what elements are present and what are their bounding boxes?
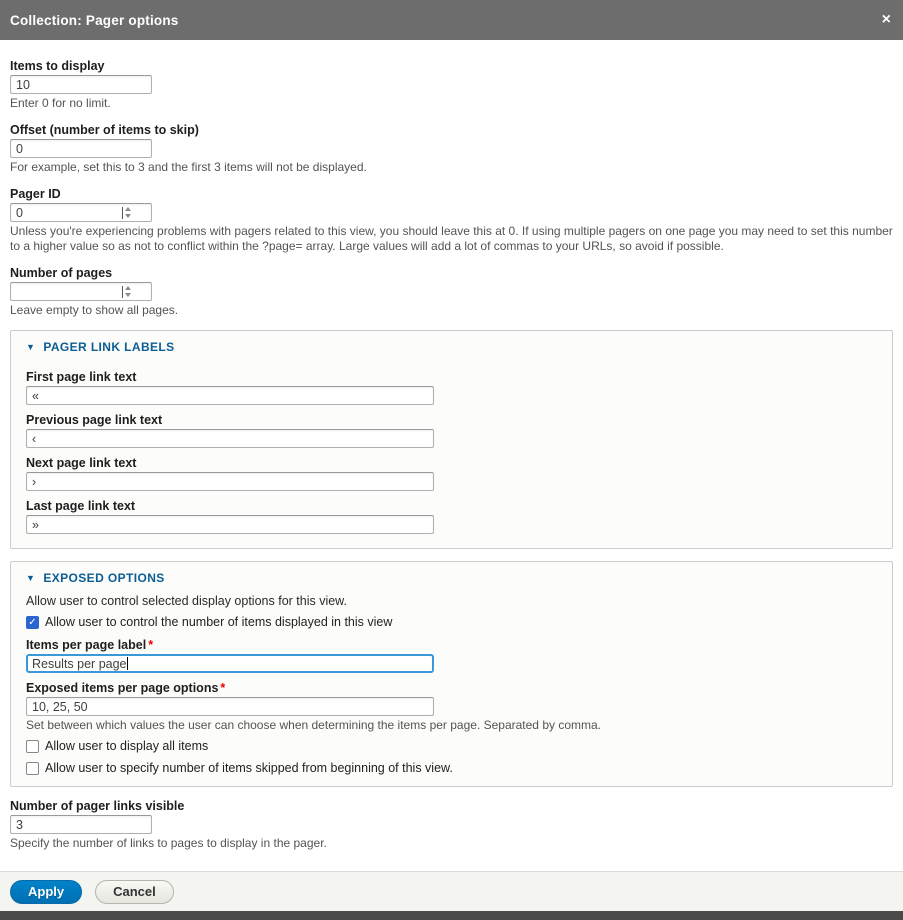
number-of-pages-label: Number of pages: [10, 266, 893, 281]
modal-body: Items to display Enter 0 for no limit. O…: [0, 40, 903, 871]
previous-page-link-label: Previous page link text: [26, 413, 877, 428]
pager-links-visible-help: Specify the number of links to pages to …: [10, 836, 893, 851]
skip-items-checkbox[interactable]: [26, 762, 39, 775]
number-of-pages-field: Number of pages Leave empty to show all …: [10, 266, 893, 318]
last-page-link-input[interactable]: [26, 515, 434, 534]
previous-page-link-field: Previous page link text: [26, 413, 877, 448]
items-per-page-label-input[interactable]: [26, 654, 434, 673]
items-to-display-help: Enter 0 for no limit.: [10, 96, 893, 111]
close-icon[interactable]: ×: [882, 12, 891, 28]
number-spinner-icon[interactable]: [122, 285, 131, 298]
next-page-link-field: Next page link text: [26, 456, 877, 491]
first-page-link-field: First page link text: [26, 370, 877, 405]
exposed-options-intro: Allow user to control selected display o…: [26, 594, 877, 609]
pager-id-help: Unless you're experiencing problems with…: [10, 224, 893, 254]
number-of-pages-help: Leave empty to show all pages.: [10, 303, 893, 318]
chevron-down-icon: ▼: [26, 571, 35, 585]
next-page-link-label: Next page link text: [26, 456, 877, 471]
next-page-link-input[interactable]: [26, 472, 434, 491]
items-to-display-input[interactable]: [10, 75, 152, 94]
control-items-checkbox-row[interactable]: ✓ Allow user to control the number of it…: [26, 615, 877, 630]
apply-button[interactable]: Apply: [10, 880, 82, 904]
exposed-items-options-help: Set between which values the user can ch…: [26, 718, 877, 733]
exposed-items-options-field: Exposed items per page options* Set betw…: [26, 681, 877, 733]
offset-input[interactable]: [10, 139, 152, 158]
exposed-options-fieldset: ▼ EXPOSED OPTIONS Allow user to control …: [10, 561, 893, 787]
previous-page-link-input[interactable]: [26, 429, 434, 448]
pager-links-visible-input[interactable]: [10, 815, 152, 834]
display-all-checkbox-label: Allow user to display all items: [45, 739, 208, 754]
exposed-items-options-input[interactable]: [26, 697, 434, 716]
skip-items-checkbox-label: Allow user to specify number of items sk…: [45, 761, 453, 776]
offset-label: Offset (number of items to skip): [10, 123, 893, 138]
last-page-link-field: Last page link text: [26, 499, 877, 534]
cancel-button[interactable]: Cancel: [95, 880, 174, 904]
pager-links-visible-field: Number of pager links visible Specify th…: [10, 799, 893, 851]
skip-items-checkbox-row[interactable]: Allow user to specify number of items sk…: [26, 761, 877, 776]
exposed-items-options-label: Exposed items per page options: [26, 681, 218, 695]
modal-title: Collection: Pager options: [10, 13, 179, 28]
pager-id-label: Pager ID: [10, 187, 893, 202]
display-all-checkbox-row[interactable]: Allow user to display all items: [26, 739, 877, 754]
pager-options-modal: Collection: Pager options × Items to dis…: [0, 0, 903, 920]
items-to-display-field: Items to display Enter 0 for no limit.: [10, 59, 893, 111]
chevron-down-icon: ▼: [26, 340, 35, 354]
pager-links-visible-label: Number of pager links visible: [10, 799, 893, 814]
required-marker: *: [218, 681, 225, 695]
offset-help: For example, set this to 3 and the first…: [10, 160, 893, 175]
page-background-bar: [0, 911, 903, 920]
first-page-link-label: First page link text: [26, 370, 877, 385]
display-all-checkbox[interactable]: [26, 740, 39, 753]
text-caret: [127, 657, 128, 670]
pager-link-labels-fieldset: ▼ PAGER LINK LABELS First page link text…: [10, 330, 893, 549]
control-items-checkbox-label: Allow user to control the number of item…: [45, 615, 392, 630]
number-spinner-icon[interactable]: [122, 206, 131, 219]
exposed-options-legend[interactable]: ▼ EXPOSED OPTIONS: [26, 571, 877, 585]
items-to-display-label: Items to display: [10, 59, 893, 74]
pager-link-labels-legend[interactable]: ▼ PAGER LINK LABELS: [26, 340, 877, 354]
control-items-checkbox[interactable]: ✓: [26, 616, 39, 629]
modal-header: Collection: Pager options ×: [0, 0, 903, 40]
required-marker: *: [146, 638, 153, 652]
last-page-link-label: Last page link text: [26, 499, 877, 514]
items-per-page-label-text: Items per page label: [26, 638, 146, 652]
modal-footer: Apply Cancel: [0, 871, 903, 911]
pager-id-field: Pager ID Unless you're experiencing prob…: [10, 187, 893, 254]
first-page-link-input[interactable]: [26, 386, 434, 405]
items-per-page-label-field: Items per page label*: [26, 638, 877, 673]
offset-field: Offset (number of items to skip) For exa…: [10, 123, 893, 175]
